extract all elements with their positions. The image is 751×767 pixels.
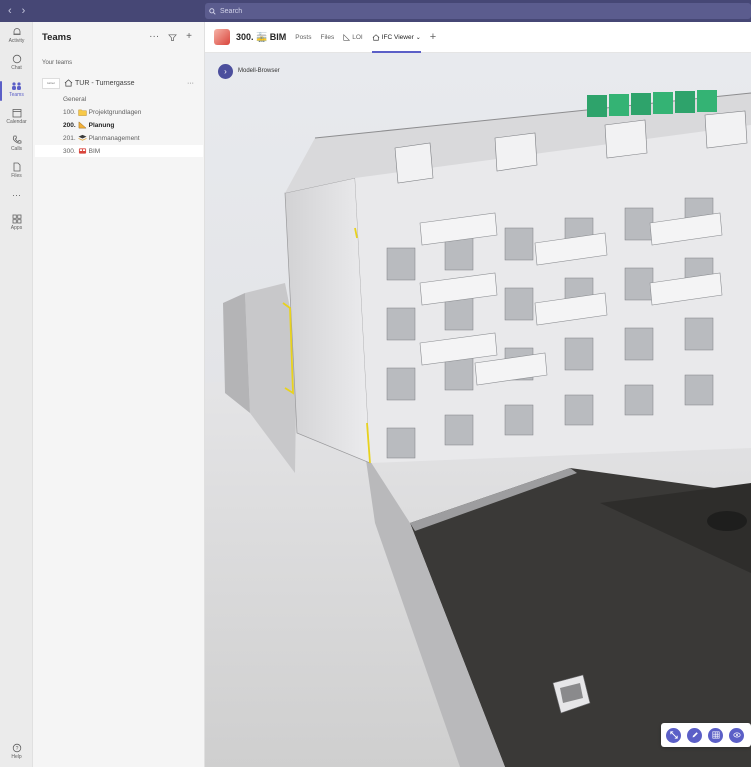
teams-title: Teams (42, 32, 72, 43)
fullscreen-button[interactable] (666, 727, 681, 743)
rail-item-activity[interactable]: Activity (0, 27, 33, 44)
rail-item-apps[interactable]: Apps (0, 214, 33, 231)
tram-icon (78, 148, 86, 154)
building-model-view[interactable] (205, 53, 751, 767)
chevron-right-icon: › (224, 67, 227, 76)
rail-label: Files (11, 173, 22, 179)
tab-ifc-viewer[interactable]: IFC Viewer ⌄ (371, 22, 421, 53)
rail-item-chat[interactable]: Chat (0, 54, 33, 71)
teams-actions: ··· + (149, 31, 192, 42)
team-name: TUR - Turnergasse (75, 79, 135, 87)
rail-item-teams[interactable]: Teams (0, 81, 33, 101)
rail-label: Calendar (6, 119, 27, 125)
rail-label: Help (11, 754, 22, 760)
rail-label: Apps (10, 225, 23, 231)
rail-label: Calls (10, 146, 23, 152)
channel-projektgrundlagen[interactable]: 100. Projektgrundlagen (63, 106, 141, 118)
phone-icon (12, 135, 21, 144)
rail-item-calendar[interactable]: Calendar (0, 108, 33, 125)
layers-icon (77, 134, 87, 141)
channel-name: Planung (88, 121, 115, 129)
rail-item-files[interactable]: Files (0, 162, 33, 179)
tab-loi[interactable]: LOI (343, 22, 363, 53)
channel-label: General (63, 95, 87, 103)
channel-header: 300. 🚋 BIM Posts Files LOI IFC Viewer ⌄ … (205, 22, 751, 53)
filter-icon[interactable] (168, 33, 178, 42)
channel-planung[interactable]: 200. Planung (63, 119, 114, 131)
tab-label: Files (320, 33, 335, 41)
channel-number: 100. (63, 108, 76, 116)
rail-label: Chat (11, 65, 22, 71)
svg-text:?: ? (15, 746, 18, 752)
eye-icon (732, 732, 741, 738)
channel-number: 200. (63, 121, 76, 129)
ifc-viewer[interactable]: › Modell-Browser (205, 53, 751, 767)
view-button[interactable] (729, 727, 744, 743)
channel-name: Projektgrundlagen (88, 108, 142, 116)
tab-label: Posts (295, 33, 312, 41)
model-browser-label: Modell-Browser (238, 68, 280, 74)
more-options-icon[interactable]: ··· (149, 31, 159, 42)
teams-pane: Teams ··· + Your teams turner TUR - Turn… (33, 22, 205, 767)
channel-name: Planmanagement (88, 134, 140, 142)
channel-planmanagement[interactable]: 201. Planmanagement (63, 132, 140, 144)
help-icon: ? (12, 743, 21, 753)
team-more-icon[interactable]: ··· (187, 80, 194, 87)
channel-number: 201. (63, 134, 76, 142)
grid-icon (711, 731, 720, 739)
ruler-icon (343, 33, 351, 41)
house-icon (372, 33, 380, 41)
courtyard-stone (707, 511, 747, 531)
channel-number: 300. (63, 147, 76, 155)
channel-bim[interactable]: 300. BIM (35, 145, 203, 157)
team-logo-text: turner (47, 81, 55, 85)
title-bar: ‹ › Search (0, 0, 751, 22)
search-placeholder: Search (220, 7, 243, 15)
your-teams-label: Your teams (42, 60, 73, 66)
tab-label: LOI (352, 33, 363, 41)
team-logo: turner (42, 77, 60, 89)
rail-label: Teams (9, 92, 24, 98)
search-input[interactable]: Search (205, 3, 751, 19)
model-browser-toggle[interactable]: › (218, 64, 233, 79)
main-content: 300. 🚋 BIM Posts Files LOI IFC Viewer ⌄ … (205, 22, 751, 767)
apps-icon (12, 214, 21, 224)
add-team-icon[interactable]: + (186, 31, 192, 42)
search-icon (209, 7, 216, 15)
team-row-turnergasse[interactable]: turner TUR - Turnergasse ··· (42, 76, 200, 90)
channel-general[interactable]: General (63, 93, 86, 105)
channel-avatar (214, 29, 230, 45)
channel-name: BIM (88, 147, 101, 155)
add-tab-button[interactable]: + (430, 31, 436, 43)
rail-item-calls[interactable]: Calls (0, 135, 33, 152)
bell-icon (13, 28, 20, 35)
folder-icon (78, 109, 87, 116)
rail-label: Activity (8, 38, 25, 44)
expand-icon (669, 731, 678, 739)
grid-button[interactable] (708, 727, 723, 743)
calendar-icon (12, 109, 21, 118)
file-icon (13, 162, 20, 172)
teams-icon (12, 82, 21, 90)
app-rail: Activity Chat Teams Calendar Calls Files… (0, 22, 33, 767)
tab-files[interactable]: Files (321, 22, 335, 53)
pencil-icon (692, 732, 698, 738)
ruler-triangle-icon (78, 121, 87, 129)
channel-title: 300. 🚋 BIM (236, 31, 287, 42)
chat-icon (12, 54, 21, 64)
nav-arrows: ‹ › (8, 5, 25, 17)
forward-icon[interactable]: › (22, 5, 26, 17)
house-icon (64, 79, 73, 87)
viewer-toolbar (661, 723, 751, 747)
tab-posts[interactable]: Posts (295, 22, 311, 53)
rail-item-help[interactable]: ? Help (0, 743, 33, 760)
more-apps-icon[interactable]: ··· (0, 190, 33, 200)
chevron-down-icon: ⌄ (415, 34, 421, 41)
markup-button[interactable] (687, 727, 702, 743)
tab-label: IFC Viewer (381, 33, 414, 41)
back-icon[interactable]: ‹ (8, 5, 12, 17)
